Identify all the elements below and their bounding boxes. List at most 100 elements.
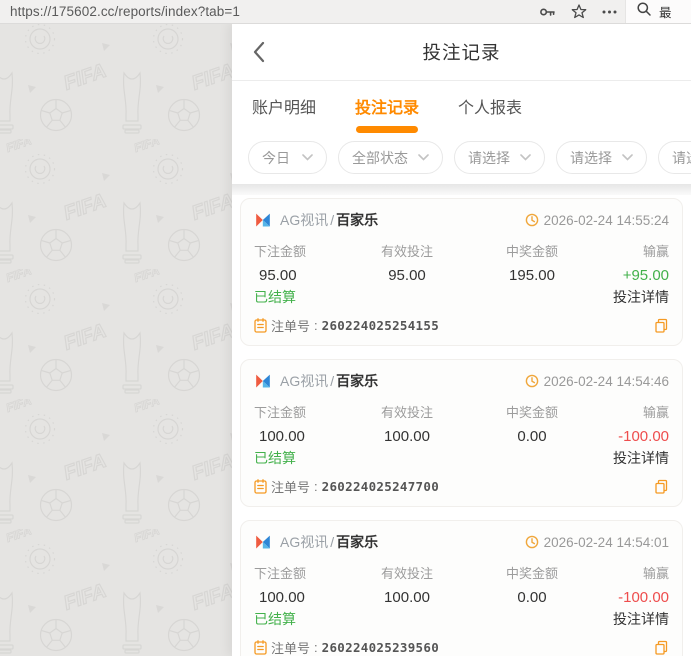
tab-label: 投注记录 — [355, 99, 420, 117]
order-number-value: 260224025254155 — [321, 318, 440, 333]
valid-bet-label: 有效投注 — [380, 566, 433, 581]
section-divider — [232, 184, 691, 195]
tab-label: 个人报表 — [458, 99, 523, 117]
bet-time-text: 2026-02-24 14:55:24 — [543, 212, 669, 228]
filter-select-select-2[interactable]: 请选择 — [556, 141, 647, 174]
tab-personal-report[interactable]: 个人报表 — [456, 82, 524, 132]
search-icon[interactable] — [636, 1, 652, 22]
winloss-label: 输赢 — [642, 244, 669, 259]
bet-time: 2026-02-24 14:54:46 — [525, 374, 669, 389]
ag-provider-logo-icon — [254, 533, 272, 551]
copy-icon[interactable] — [654, 318, 669, 334]
clock-icon — [525, 535, 538, 549]
filter-select-select-1[interactable]: 请选择 — [454, 141, 545, 174]
winloss-value: -100.00 — [618, 589, 669, 606]
tab-bet-records[interactable]: 投注记录 — [353, 82, 421, 132]
colon: : — [314, 640, 318, 655]
bet-time: 2026-02-24 14:54:01 — [525, 535, 669, 550]
clock-icon — [525, 213, 538, 227]
filter-label: 请选择 — [570, 149, 612, 166]
screen: https://175602.cc/reports/index?tab=1 最 — [0, 0, 691, 656]
order-number-label: 注单号 — [271, 319, 311, 334]
valid-bet-value: 95.00 — [388, 267, 426, 284]
bet-amount-label: 下注金额 — [254, 244, 307, 259]
colon: : — [314, 479, 318, 494]
filter-select-date[interactable]: 今日 — [248, 141, 327, 174]
back-button[interactable] — [252, 41, 266, 63]
bet-record-card: AG视讯 / 百家乐 2026-02-24 14:54:01 下注金额 有效投注… — [240, 520, 683, 656]
bet-amount-label: 下注金额 — [254, 566, 307, 581]
colon: : — [314, 318, 318, 333]
status-badge: 已结算 — [254, 611, 296, 627]
prize-amount-value: 195.00 — [509, 267, 555, 284]
prize-amount-value: 0.00 — [517, 428, 547, 445]
order-note-icon — [254, 318, 267, 333]
app-panel: 投注记录 账户明细 投注记录 个人报表 今日 全部状态 请选择 请选择 请选择 — [232, 23, 691, 656]
side-panel-label[interactable]: 最 — [659, 2, 672, 21]
order-number-value: 260224025239560 — [321, 640, 440, 655]
filter-select-status[interactable]: 全部状态 — [338, 141, 443, 174]
order-note-icon — [254, 479, 267, 494]
app-header: 投注记录 — [232, 23, 691, 81]
tab-label: 账户明细 — [252, 99, 317, 117]
bet-detail-link[interactable]: 投注详情 — [613, 448, 669, 468]
filter-label: 请选择 — [672, 149, 691, 166]
order-number-label: 注单号 — [271, 641, 311, 656]
bookmark-star-icon[interactable] — [571, 4, 587, 19]
chevron-down-icon — [622, 154, 633, 161]
chevron-down-icon — [302, 154, 313, 161]
bet-detail-link[interactable]: 投注详情 — [613, 609, 669, 629]
prize-amount-label: 中奖金额 — [505, 405, 558, 420]
browser-address-bar: https://175602.cc/reports/index?tab=1 最 — [0, 0, 691, 24]
valid-bet-value: 100.00 — [384, 428, 430, 445]
status-badge: 已结算 — [254, 289, 296, 305]
valid-bet-label: 有效投注 — [380, 244, 433, 259]
chevron-down-icon — [520, 154, 531, 161]
ag-provider-logo-icon — [254, 211, 272, 229]
valid-bet-value: 100.00 — [384, 589, 430, 606]
tab-bar: 账户明细 投注记录 个人报表 — [232, 81, 691, 132]
bet-record-card: AG视讯 / 百家乐 2026-02-24 14:54:46 下注金额 有效投注… — [240, 359, 683, 507]
filter-label: 请选择 — [468, 149, 510, 166]
order-number-label: 注单号 — [271, 480, 311, 495]
provider-name: AG视讯 — [280, 212, 329, 228]
fifa-watermark-background: FIFA FIFA — [0, 23, 232, 656]
bet-time-text: 2026-02-24 14:54:46 — [543, 373, 669, 389]
status-badge: 已结算 — [254, 450, 296, 466]
winloss-value: +95.00 — [622, 267, 669, 284]
provider-name: AG视讯 — [280, 373, 329, 389]
tab-account-details[interactable]: 账户明细 — [250, 82, 318, 132]
copy-icon[interactable] — [654, 640, 669, 656]
browser-side-panel: 最 — [625, 0, 691, 23]
bet-time: 2026-02-24 14:55:24 — [525, 213, 669, 228]
name-separator: / — [330, 534, 335, 550]
bet-amount-value: 95.00 — [259, 267, 297, 284]
bet-detail-link[interactable]: 投注详情 — [613, 287, 669, 307]
winloss-label: 输赢 — [642, 566, 669, 581]
bet-amount-value: 100.00 — [259, 589, 305, 606]
provider-name: AG视讯 — [280, 534, 329, 550]
copy-icon[interactable] — [654, 479, 669, 495]
url-text[interactable]: https://175602.cc/reports/index?tab=1 — [10, 4, 240, 19]
chevron-down-icon — [418, 154, 429, 161]
game-name: 百家乐 — [336, 212, 379, 228]
game-name: 百家乐 — [336, 373, 379, 389]
order-number-value: 260224025247700 — [321, 479, 440, 494]
bet-amount-value: 100.00 — [259, 428, 305, 445]
name-separator: / — [330, 212, 335, 228]
password-key-icon[interactable] — [539, 4, 556, 20]
browser-menu-icon[interactable] — [602, 10, 617, 14]
prize-amount-label: 中奖金额 — [505, 566, 558, 581]
bet-time-text: 2026-02-24 14:54:01 — [543, 534, 669, 550]
valid-bet-label: 有效投注 — [380, 405, 433, 420]
winloss-value: -100.00 — [618, 428, 669, 445]
filter-label: 今日 — [262, 149, 290, 166]
filter-label: 全部状态 — [352, 149, 408, 166]
name-separator: / — [330, 373, 335, 389]
page-title: 投注记录 — [422, 41, 501, 63]
bet-record-card: AG视讯 / 百家乐 2026-02-24 14:55:24 下注金额 有效投注… — [240, 198, 683, 346]
ag-provider-logo-icon — [254, 372, 272, 390]
filter-select-select-3[interactable]: 请选择 — [658, 141, 691, 174]
winloss-label: 输赢 — [642, 405, 669, 420]
bet-amount-label: 下注金额 — [254, 405, 307, 420]
